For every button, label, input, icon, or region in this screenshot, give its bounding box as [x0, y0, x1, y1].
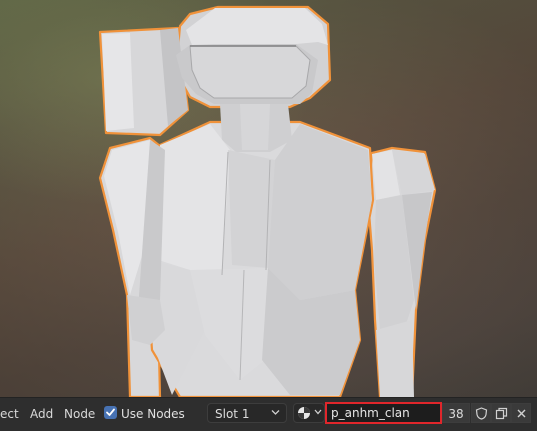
- use-nodes-label: Use Nodes: [121, 407, 185, 421]
- material-user-count[interactable]: 38: [442, 403, 470, 423]
- menu-select[interactable]: ect: [0, 407, 19, 421]
- chevron-down-icon: [271, 410, 280, 415]
- close-icon: [517, 409, 526, 418]
- slot-label: Slot 1: [215, 407, 250, 421]
- material-name-field[interactable]: p_anhm_clan: [325, 402, 442, 424]
- slot-dropdown[interactable]: Slot 1: [207, 403, 287, 423]
- duplicate-material-button[interactable]: [491, 403, 511, 423]
- fake-user-button[interactable]: [471, 403, 491, 423]
- material-sphere-icon: [298, 407, 310, 419]
- 3d-viewport[interactable]: [0, 0, 537, 397]
- chevron-down-icon: [314, 409, 322, 415]
- menu-node[interactable]: Node: [64, 407, 95, 421]
- checkmark-icon: [106, 408, 115, 416]
- duplicate-icon: [495, 407, 508, 420]
- node-editor-header: ect Add Node Use Nodes Slot 1 p_anhm_cla…: [0, 397, 537, 431]
- unlink-material-button[interactable]: [511, 403, 531, 423]
- browse-material-button[interactable]: [293, 403, 325, 423]
- shield-icon: [475, 407, 488, 420]
- menu-add[interactable]: Add: [30, 407, 53, 421]
- robot-model: [98, 5, 437, 397]
- use-nodes-checkbox[interactable]: [104, 406, 117, 419]
